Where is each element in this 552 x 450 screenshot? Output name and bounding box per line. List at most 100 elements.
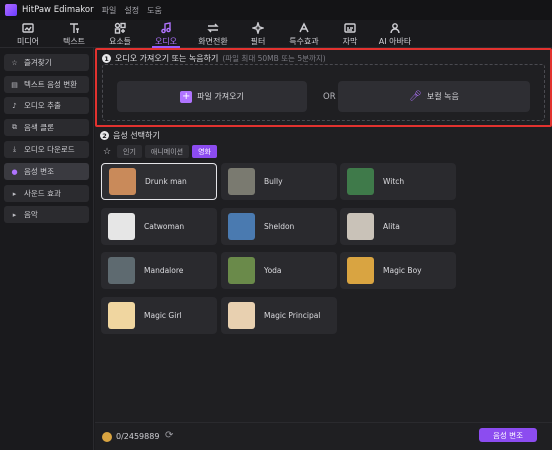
- panel-footer: 0/2459889 ⟳ 음성 변조: [95, 422, 552, 450]
- menu-help[interactable]: 도움: [147, 5, 162, 16]
- sidebar-item-label: 사운드 효과: [24, 189, 61, 198]
- voice-filter-tabs: ☆ 인기 애니메이션 영화: [100, 145, 217, 158]
- effects-icon: [299, 21, 309, 32]
- voice-card-magic-principal[interactable]: Magic Principal: [221, 297, 337, 334]
- tab-text[interactable]: 텍스트: [54, 20, 94, 48]
- import-title: 오디오 가져오기 또는 녹음하기: [115, 54, 219, 63]
- chevron-right-icon: ▸: [12, 189, 17, 198]
- filter-animation[interactable]: 애니메이션: [144, 145, 190, 158]
- sidebar-item-label: 음색 클론: [24, 123, 54, 132]
- filter-sparkle-icon: [252, 21, 264, 34]
- subtitle-icon: [344, 22, 356, 33]
- step-number-badge: 1: [102, 54, 111, 63]
- filter-movie[interactable]: 영화: [192, 145, 217, 158]
- voice-avatar: [228, 302, 255, 329]
- drop-zone[interactable]: + 파일 가져오기 OR 🎤︎ 보컬 녹음: [102, 64, 545, 121]
- voice-card-magic-girl[interactable]: Magic Girl: [101, 297, 217, 334]
- voice-avatar: [108, 302, 135, 329]
- voice-clone-icon: ⧉: [12, 123, 17, 131]
- tab-media-label: 미디어: [16, 36, 40, 46]
- tab-transition-label: 화면전환: [198, 36, 228, 46]
- tab-subtitle[interactable]: 자막: [332, 20, 368, 48]
- voice-name: Drunk man: [145, 177, 187, 186]
- voice-name: Mandalore: [144, 266, 184, 275]
- sidebar-item-favorites[interactable]: ☆ 즐겨찾기: [4, 54, 89, 71]
- sidebar-item-sound-effects[interactable]: ▸ 사운드 효과: [4, 185, 89, 202]
- voice-card-sheldon[interactable]: Sheldon: [221, 208, 337, 245]
- voice-changer-icon: ●: [11, 167, 18, 176]
- menu-settings[interactable]: 설정: [124, 5, 139, 16]
- music-note-icon: [161, 21, 171, 33]
- tab-ai-avatar[interactable]: AI 아바타: [372, 20, 418, 48]
- sidebar-item-label: 음악: [24, 210, 38, 219]
- tab-filter[interactable]: 필터: [240, 20, 276, 48]
- voice-card-magic-boy[interactable]: Magic Boy: [340, 252, 456, 289]
- tab-elements-label: 요소들: [108, 36, 132, 46]
- record-vocal-label: 보컬 녹음: [426, 92, 459, 101]
- sidebar-item-voice-clone[interactable]: ⧉ 음색 클론: [4, 119, 89, 136]
- main-toolbar: 미디어 텍스트 요소들 오디오 화면전환 필터 특수효과 자막 AI 아바타: [0, 20, 552, 48]
- voice-card-drunk-man[interactable]: Drunk man: [101, 163, 217, 200]
- sidebar-item-label: 텍스트 음성 변환: [24, 80, 78, 89]
- title-bar: HitPaw Edimakor 파일 설정 도움: [0, 0, 552, 20]
- voice-avatar: [228, 257, 255, 284]
- refresh-icon[interactable]: ⟳: [165, 430, 173, 441]
- import-file-label: 파일 가져오기: [197, 92, 244, 101]
- favorites-filter-star-icon[interactable]: ☆: [100, 145, 114, 158]
- sidebar-item-text-to-speech[interactable]: ▤ 텍스트 음성 변환: [4, 76, 89, 93]
- sidebar-item-label: 오디오 추출: [24, 101, 61, 110]
- sidebar-item-label: 오디오 다운로드: [24, 145, 75, 154]
- voice-changer-panel: 1 오디오 가져오기 또는 녹음하기 (파일 최대 50MB 또는 5분까지) …: [95, 48, 552, 450]
- text-to-speech-icon: ▤: [11, 80, 18, 89]
- coin-icon: [102, 432, 112, 442]
- voice-card-catwoman[interactable]: Catwoman: [101, 208, 217, 245]
- step-number-badge: 2: [100, 131, 109, 140]
- menu-file[interactable]: 파일: [102, 5, 117, 16]
- tab-subtitle-label: 자막: [342, 36, 358, 46]
- voice-card-alita[interactable]: Alita: [340, 208, 456, 245]
- sidebar-item-audio-extract[interactable]: ♪ 오디오 추출: [4, 97, 89, 114]
- import-file-button[interactable]: + 파일 가져오기: [117, 81, 307, 112]
- voice-name: Magic Girl: [144, 311, 182, 320]
- sidebar-item-label: 음성 변조: [24, 167, 54, 176]
- voice-step-title: 2 음성 선택하기: [100, 130, 160, 141]
- import-step-title: 1 오디오 가져오기 또는 녹음하기 (파일 최대 50MB 또는 5분까지): [102, 53, 326, 64]
- voice-name: Magic Principal: [264, 311, 321, 320]
- tab-transition[interactable]: 화면전환: [190, 20, 236, 48]
- sidebar-item-audio-download[interactable]: ⤓ 오디오 다운로드: [4, 141, 89, 158]
- voice-card-witch[interactable]: Witch: [340, 163, 456, 200]
- voice-avatar: [228, 168, 255, 195]
- tab-filter-label: 필터: [250, 36, 266, 46]
- voice-card-bully[interactable]: Bully: [221, 163, 337, 200]
- app-logo-icon: [5, 4, 17, 16]
- chevron-right-icon: ▸: [12, 210, 17, 219]
- tab-audio[interactable]: 오디오: [146, 20, 186, 48]
- or-separator: OR: [323, 92, 336, 102]
- voice-name: Alita: [383, 222, 400, 231]
- voice-card-yoda[interactable]: Yoda: [221, 252, 337, 289]
- voice-avatar: [347, 168, 374, 195]
- plus-icon: +: [180, 90, 193, 103]
- tab-effects-label: 특수효과: [289, 36, 319, 46]
- microphone-icon: ♪: [12, 101, 17, 110]
- voice-avatar: [347, 257, 374, 284]
- voice-name: Catwoman: [144, 222, 185, 231]
- sidebar-item-music[interactable]: ▸ 음악: [4, 206, 89, 223]
- avatar-person-icon: [390, 22, 400, 33]
- sidebar-item-voice-changer[interactable]: ● 음성 변조: [4, 163, 89, 180]
- audio-import-section: 1 오디오 가져오기 또는 녹음하기 (파일 최대 50MB 또는 5분까지) …: [95, 48, 552, 127]
- tab-elements[interactable]: 요소들: [100, 20, 140, 48]
- voice-avatar: [347, 213, 374, 240]
- app-name: HitPaw Edimakor: [22, 5, 94, 15]
- apply-voice-change-button[interactable]: 음성 변조: [479, 428, 537, 442]
- record-vocal-button[interactable]: 🎤︎ 보컬 녹음: [338, 81, 530, 112]
- sidebar-item-label: 즐겨찾기: [24, 58, 52, 67]
- tab-effects[interactable]: 특수효과: [282, 20, 326, 48]
- import-hint: (파일 최대 50MB 또는 5분까지): [222, 54, 326, 63]
- tab-media[interactable]: 미디어: [8, 20, 48, 48]
- transition-icon: [207, 23, 219, 32]
- voice-name: Witch: [383, 177, 405, 186]
- filter-popular[interactable]: 인기: [117, 145, 142, 158]
- tab-ai-avatar-label: AI 아바타: [378, 36, 412, 46]
- voice-card-mandalore[interactable]: Mandalore: [101, 252, 217, 289]
